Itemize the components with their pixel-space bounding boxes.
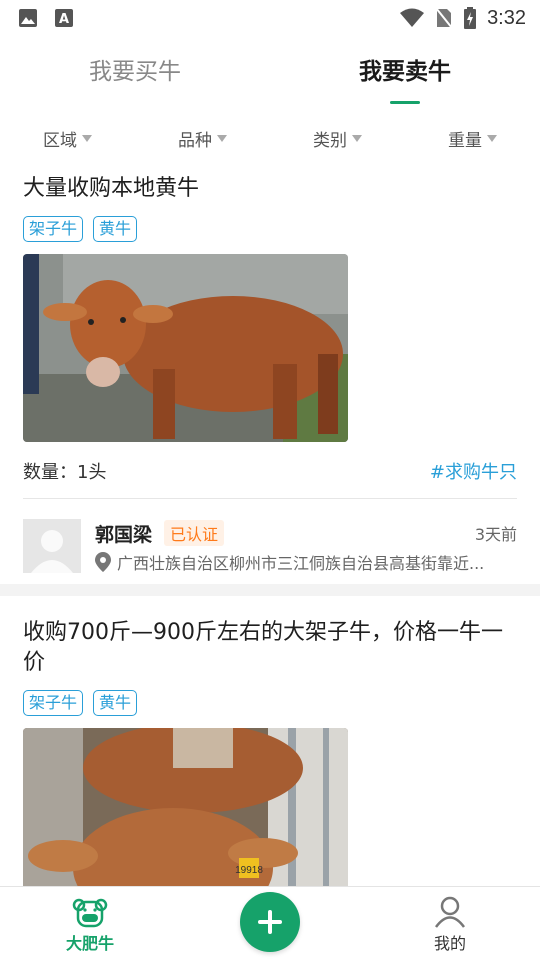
filter-breed[interactable]: 品种 bbox=[135, 118, 270, 158]
caret-down-icon bbox=[82, 135, 92, 142]
clock: 3:32 bbox=[487, 6, 526, 29]
cattle-photo[interactable] bbox=[23, 254, 348, 442]
filter-category-label: 类别 bbox=[313, 130, 347, 151]
default-avatar-icon bbox=[23, 519, 81, 573]
add-post-button[interactable] bbox=[240, 892, 300, 952]
post-title: 大量收购本地黄牛 bbox=[23, 176, 200, 201]
hashtag-link[interactable]: #求购牛只 bbox=[430, 458, 517, 484]
location-pin-icon bbox=[95, 552, 111, 572]
caret-down-icon bbox=[352, 135, 362, 142]
card-separator bbox=[0, 584, 540, 596]
tab-buy-cattle[interactable]: 我要买牛 bbox=[0, 44, 270, 106]
top-tabs: 我要买牛 我要卖牛 bbox=[0, 44, 540, 106]
status-bar: A 3:32 bbox=[0, 0, 540, 36]
tag: 架子牛 bbox=[23, 690, 84, 716]
battery-charging-icon bbox=[464, 7, 477, 29]
poster-info[interactable]: 郭国梁 已认证 3天前 广西壮族自治区柳州市三江侗族自治县高基街靠近... bbox=[23, 519, 517, 574]
tag: 架子牛 bbox=[23, 216, 84, 242]
post-card[interactable]: 大量收购本地黄牛 架子牛 黄牛 数量：1头 #求购牛只 郭国梁 已认证 3天前 … bbox=[0, 162, 540, 584]
avatar[interactable] bbox=[23, 519, 81, 573]
plus-icon bbox=[258, 910, 282, 934]
caret-down-icon bbox=[217, 135, 227, 142]
no-sim-icon bbox=[435, 7, 453, 29]
cattle-image bbox=[23, 254, 348, 442]
filter-breed-label: 品种 bbox=[178, 130, 212, 151]
nav-home-label: 大肥牛 bbox=[65, 934, 114, 953]
quantity: 数量：1头 bbox=[23, 462, 107, 483]
post-tags: 架子牛 黄牛 bbox=[23, 690, 517, 716]
tab-sell-cattle[interactable]: 我要卖牛 bbox=[270, 44, 540, 106]
cattle-photo[interactable]: 19918 bbox=[23, 728, 348, 898]
ear-tag-number: 19918 bbox=[235, 865, 263, 876]
filter-region[interactable]: 区域 bbox=[0, 118, 135, 158]
person-icon bbox=[434, 896, 466, 928]
svg-text:A: A bbox=[59, 12, 69, 27]
poster-location: 广西壮族自治区柳州市三江侗族自治县高基街靠近... bbox=[117, 554, 485, 573]
post-card[interactable]: 收购700斤—900斤左右的大架子牛，价格一牛一价 架子牛 黄牛 19918 bbox=[0, 596, 540, 898]
caret-down-icon bbox=[487, 135, 497, 142]
tag: 黄牛 bbox=[93, 690, 138, 716]
cow-icon bbox=[72, 898, 108, 928]
filter-region-label: 区域 bbox=[43, 130, 77, 151]
filter-bar: 区域 品种 类别 重量 bbox=[0, 118, 540, 158]
cattle-image: 19918 bbox=[23, 728, 348, 898]
post-title: 收购700斤—900斤左右的大架子牛，价格一牛一价 bbox=[23, 620, 503, 675]
image-notification-icon bbox=[19, 9, 37, 27]
verified-badge: 已认证 bbox=[164, 520, 225, 546]
filter-weight-label: 重量 bbox=[448, 130, 482, 151]
post-time: 3天前 bbox=[474, 525, 517, 544]
nav-mine-label: 我的 bbox=[433, 934, 466, 953]
divider bbox=[23, 498, 517, 499]
post-tags: 架子牛 黄牛 bbox=[23, 216, 517, 242]
filter-weight[interactable]: 重量 bbox=[405, 118, 540, 158]
filter-category[interactable]: 类别 bbox=[270, 118, 405, 158]
text-notification-icon: A bbox=[55, 9, 73, 27]
poster-name: 郭国梁 bbox=[95, 523, 153, 546]
nav-mine[interactable]: 我的 bbox=[360, 887, 540, 960]
wifi-icon bbox=[400, 8, 425, 27]
tag: 黄牛 bbox=[93, 216, 138, 242]
nav-home[interactable]: 大肥牛 bbox=[0, 887, 180, 960]
